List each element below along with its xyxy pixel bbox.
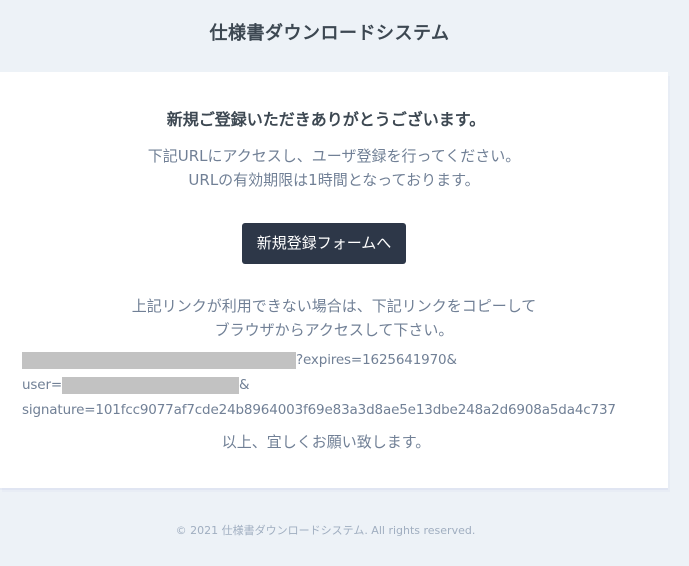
fallback-line-1: 上記リンクが利用できない場合は、下記リンクをコピーして [131,297,537,315]
url-user-prefix: user= [22,377,63,393]
url-expires-part: ?expires=1625641970& [296,352,457,368]
email-body-card: 新規ご登録いただきありがとうございます。 下記URLにアクセスし、ユーザ登録を行… [0,72,668,488]
button-wrapper: 新規登録フォームへ [0,223,668,264]
closing-message: 以上、宜しくお願い致します。 [221,433,431,451]
url-line-1: ?expires=1625641970& [22,348,662,373]
registration-url[interactable]: ?expires=1625641970& user= & signature=1… [22,348,662,423]
app-title[interactable]: 仕様書ダウンロードシステム [210,19,450,45]
url-user-suffix: & [239,377,250,393]
instruction-line-1: 下記URLにアクセスし、ユーザ登録を行ってください。 [147,147,521,165]
url-line-3: signature=101fcc9077af7cde24b8964003f69e… [22,398,662,423]
greeting-heading: 新規ご登録いただきありがとうございます。 [166,110,486,129]
instruction-message: 下記URLにアクセスし、ユーザ登録を行ってください。 URLの有効期限は1時間と… [0,144,668,192]
email-header: 仕様書ダウンロードシステム [0,0,689,64]
redacted-base-url [22,352,296,369]
registration-form-button[interactable]: 新規登録フォームへ [241,223,407,264]
footer-copyright: © 2021 仕様書ダウンロードシステム. All rights reserve… [175,524,476,537]
fallback-line-2: ブラウザからアクセスして下さい。 [214,321,454,339]
instruction-line-2: URLの有効期限は1時間となっております。 [188,171,480,189]
redacted-user-value [62,377,240,394]
fallback-message: 上記リンクが利用できない場合は、下記リンクをコピーして ブラウザからアクセスして… [0,294,668,342]
url-signature: signature=101fcc9077af7cde24b8964003f69e… [22,402,616,418]
url-line-2: user= & [22,373,662,398]
